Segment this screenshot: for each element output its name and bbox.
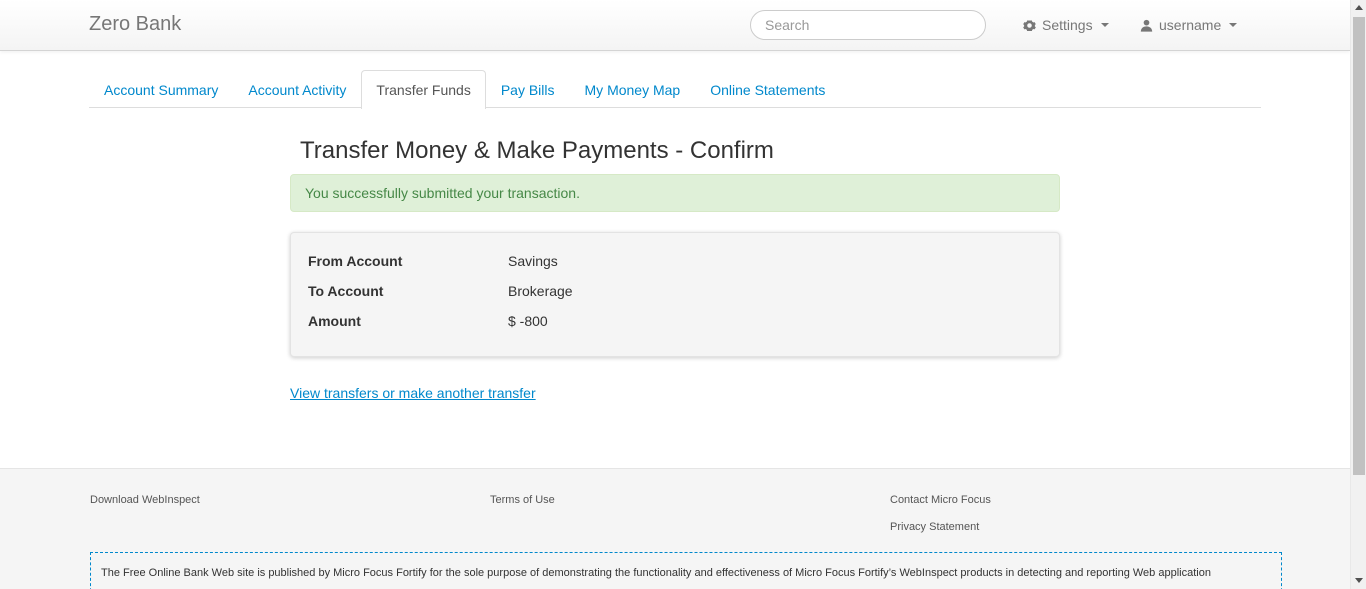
detail-row-amount: Amount $ -800 xyxy=(308,313,548,329)
tab-account-activity[interactable]: Account Activity xyxy=(233,70,361,108)
tab-account-summary[interactable]: Account Summary xyxy=(89,70,233,108)
main-tabs: Account Summary Account Activity Transfe… xyxy=(89,70,1261,109)
detail-value: Brokerage xyxy=(508,283,573,299)
user-icon xyxy=(1140,19,1153,32)
scroll-down-icon[interactable] xyxy=(1355,578,1363,583)
tab-my-money-map[interactable]: My Money Map xyxy=(570,70,696,108)
tab-online-statements[interactable]: Online Statements xyxy=(695,70,840,108)
tab-transfer-funds[interactable]: Transfer Funds xyxy=(361,70,486,109)
tab-pay-bills[interactable]: Pay Bills xyxy=(486,70,570,108)
detail-value: Savings xyxy=(508,253,558,269)
view-transfers-link[interactable]: View transfers or make another transfer xyxy=(290,385,536,401)
vertical-scrollbar[interactable] xyxy=(1350,0,1366,589)
detail-row-to-account: To Account Brokerage xyxy=(308,283,573,299)
contact-micro-focus-link[interactable]: Contact Micro Focus xyxy=(890,494,991,506)
detail-value: $ -800 xyxy=(508,313,548,329)
download-webinspect-link[interactable]: Download WebInspect xyxy=(90,494,200,506)
success-alert: You successfully submitted your transact… xyxy=(290,174,1060,212)
terms-of-use-link[interactable]: Terms of Use xyxy=(490,494,555,506)
disclaimer-box: The Free Online Bank Web site is publish… xyxy=(90,552,1282,589)
scroll-up-icon[interactable] xyxy=(1355,5,1363,10)
disclaimer-text: The Free Online Bank Web site is publish… xyxy=(101,567,1211,579)
transfer-details-panel: From Account Savings To Account Brokerag… xyxy=(290,232,1060,357)
page-viewport: Zero Bank Settings username Account Summ… xyxy=(0,0,1350,589)
scrollbar-thumb[interactable] xyxy=(1353,17,1365,475)
settings-label: Settings xyxy=(1042,17,1093,33)
brand-logo[interactable]: Zero Bank xyxy=(89,13,181,36)
page-footer: Download WebInspect Terms of Use Contact… xyxy=(0,468,1350,589)
settings-dropdown[interactable]: Settings xyxy=(1023,17,1109,33)
detail-row-from-account: From Account Savings xyxy=(308,253,558,269)
user-label: username xyxy=(1159,17,1222,33)
privacy-statement-link[interactable]: Privacy Statement xyxy=(890,521,979,533)
detail-label: Amount xyxy=(308,313,361,329)
detail-label: From Account xyxy=(308,253,403,269)
chevron-down-icon xyxy=(1100,23,1109,27)
search-input[interactable] xyxy=(750,10,986,40)
chevron-down-icon xyxy=(1229,23,1238,27)
user-dropdown[interactable]: username xyxy=(1140,17,1238,33)
detail-label: To Account xyxy=(308,283,384,299)
top-navbar: Zero Bank Settings username xyxy=(0,0,1350,51)
gear-icon xyxy=(1023,20,1036,31)
page-title: Transfer Money & Make Payments - Confirm xyxy=(300,137,774,164)
